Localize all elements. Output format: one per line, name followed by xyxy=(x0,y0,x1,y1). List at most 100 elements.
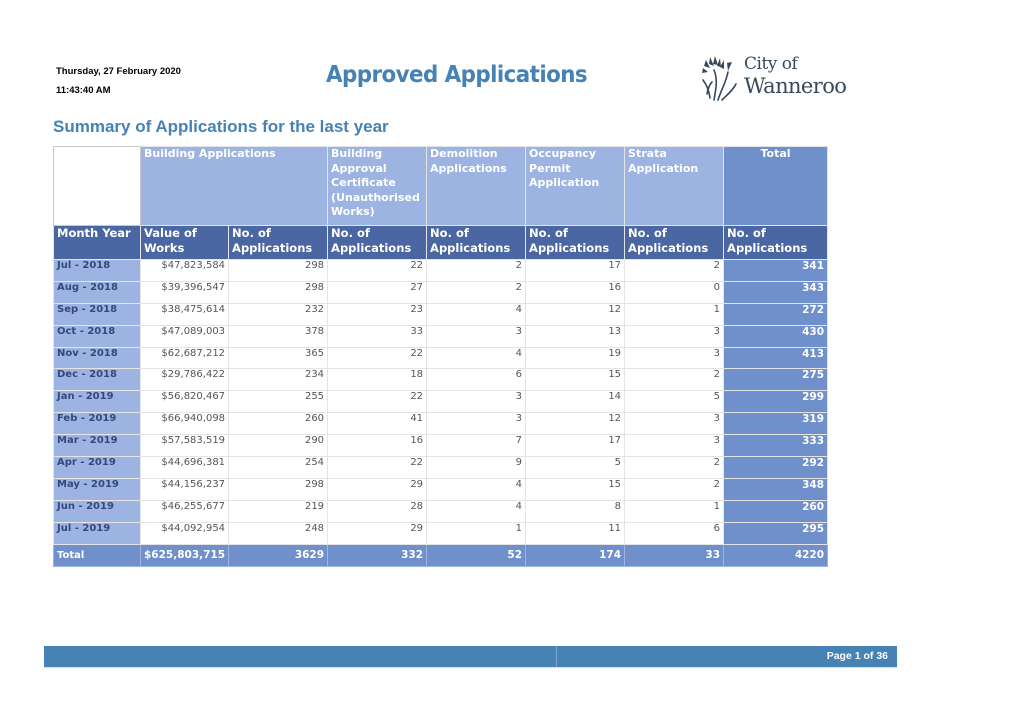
cell-row-total: 333 xyxy=(723,434,829,458)
cell-value-of-works: $44,156,237 xyxy=(139,477,230,501)
cell-demolition-count: 4 xyxy=(426,302,527,326)
cell-building-count: 298 xyxy=(228,280,329,304)
totals-value-of-works: $625,803,715 xyxy=(139,543,230,567)
report-date: Thursday, 27 February 2020 xyxy=(56,66,181,77)
totals-row: Total $625,803,715 3629 332 52 174 33 42… xyxy=(53,543,829,567)
column-header-strata-count: No. of Applications xyxy=(624,225,725,260)
cell-strata-count: 3 xyxy=(624,346,725,370)
cell-strata-count: 2 xyxy=(624,259,725,282)
cell-value-of-works: $56,820,467 xyxy=(139,390,230,414)
cell-bac-count: 29 xyxy=(327,521,428,545)
cell-strata-count: 2 xyxy=(624,368,725,392)
cell-strata-count: 3 xyxy=(624,412,725,436)
cell-month-year: Nov - 2018 xyxy=(53,346,141,370)
cell-strata-count: 5 xyxy=(624,390,725,414)
kangaroo-paw-icon xyxy=(702,56,737,101)
totals-building: 3629 xyxy=(228,543,329,567)
group-header-bac: Building Approval Certificate (Unauthori… xyxy=(327,146,428,226)
cell-building-count: 298 xyxy=(228,259,329,282)
cell-occupancy-count: 12 xyxy=(525,412,626,436)
cell-value-of-works: $62,687,212 xyxy=(139,346,230,370)
cell-value-of-works: $38,475,614 xyxy=(139,302,230,326)
cell-demolition-count: 3 xyxy=(426,324,527,348)
cell-occupancy-count: 8 xyxy=(525,499,626,523)
totals-bac: 332 xyxy=(327,543,428,567)
cell-demolition-count: 4 xyxy=(426,346,527,370)
cell-demolition-count: 6 xyxy=(426,368,527,392)
report-title: Approved Applications xyxy=(326,62,588,88)
cell-demolition-count: 7 xyxy=(426,434,527,458)
cell-occupancy-count: 15 xyxy=(525,477,626,501)
cell-building-count: 234 xyxy=(228,368,329,392)
cell-row-total: 413 xyxy=(723,346,829,370)
cell-building-count: 219 xyxy=(228,499,329,523)
cell-bac-count: 23 xyxy=(327,302,428,326)
group-header-building-applications: Building Applications xyxy=(139,146,329,226)
table-row: Jul - 2018 $47,823,584 298 22 2 17 2 341 xyxy=(53,259,829,282)
cell-bac-count: 29 xyxy=(327,477,428,501)
cell-building-count: 255 xyxy=(228,390,329,414)
cell-month-year: Jun - 2019 xyxy=(53,499,141,523)
group-header-row: Building Applications Building Approval … xyxy=(53,146,829,226)
cell-strata-count: 2 xyxy=(624,456,725,479)
cell-month-year: May - 2019 xyxy=(53,477,141,501)
footer-bar: Page 1 of 36 xyxy=(44,646,897,668)
cell-row-total: 275 xyxy=(723,368,829,392)
totals-occupancy: 174 xyxy=(525,543,626,567)
cell-strata-count: 0 xyxy=(624,280,725,304)
table-row: Nov - 2018 $62,687,212 365 22 4 19 3 413 xyxy=(53,346,829,370)
table-row: May - 2019 $44,156,237 298 29 4 15 2 348 xyxy=(53,477,829,501)
cell-strata-count: 1 xyxy=(624,302,725,326)
cell-value-of-works: $47,089,003 xyxy=(139,324,230,348)
city-logo: City of Wanneroo xyxy=(700,52,860,104)
cell-occupancy-count: 11 xyxy=(525,521,626,545)
cell-occupancy-count: 17 xyxy=(525,259,626,282)
logo-text-wanneroo: Wanneroo xyxy=(744,74,847,98)
report-time: 11:43:40 AM xyxy=(56,85,111,96)
cell-demolition-count: 3 xyxy=(426,412,527,436)
cell-demolition-count: 2 xyxy=(426,280,527,304)
table-row: Jan - 2019 $56,820,467 255 22 3 14 5 299 xyxy=(53,390,829,414)
cell-value-of-works: $57,583,519 xyxy=(139,434,230,458)
table-row: Jul - 2019 $44,092,954 248 29 1 11 6 295 xyxy=(53,521,829,545)
cell-occupancy-count: 19 xyxy=(525,346,626,370)
group-header-strata: Strata Application xyxy=(624,146,725,226)
totals-demolition: 52 xyxy=(426,543,527,567)
summary-table: Building Applications Building Approval … xyxy=(53,146,829,567)
cell-value-of-works: $44,696,381 xyxy=(139,456,230,479)
cell-bac-count: 18 xyxy=(327,368,428,392)
column-header-bac-count: No. of Applications xyxy=(327,225,428,260)
table-row: Sep - 2018 $38,475,614 232 23 4 12 1 272 xyxy=(53,302,829,326)
page-number: Page 1 of 36 xyxy=(826,650,888,662)
table-row: Feb - 2019 $66,940,098 260 41 3 12 3 319 xyxy=(53,412,829,436)
cell-row-total: 299 xyxy=(723,390,829,414)
cell-occupancy-count: 17 xyxy=(525,434,626,458)
totals-strata: 33 xyxy=(624,543,725,567)
table-row: Jun - 2019 $46,255,677 219 28 4 8 1 260 xyxy=(53,499,829,523)
table-body: Jul - 2018 $47,823,584 298 22 2 17 2 341 Aug - 2… xyxy=(53,259,829,545)
cell-row-total: 430 xyxy=(723,324,829,348)
cell-occupancy-count: 15 xyxy=(525,368,626,392)
cell-occupancy-count: 5 xyxy=(525,456,626,479)
cell-bac-count: 27 xyxy=(327,280,428,304)
cell-strata-count: 2 xyxy=(624,477,725,501)
cell-strata-count: 6 xyxy=(624,521,725,545)
cell-demolition-count: 9 xyxy=(426,456,527,479)
column-header-value-of-works: Value of Works xyxy=(139,225,230,260)
cell-value-of-works: $29,786,422 xyxy=(139,368,230,392)
cell-month-year: Oct - 2018 xyxy=(53,324,141,348)
cell-building-count: 248 xyxy=(228,521,329,545)
group-header-demolition: Demolition Applications xyxy=(426,146,527,226)
cell-row-total: 260 xyxy=(723,499,829,523)
logo-text-city-of: City of xyxy=(744,54,798,74)
cell-occupancy-count: 14 xyxy=(525,390,626,414)
cell-row-total: 348 xyxy=(723,477,829,501)
cell-bac-count: 22 xyxy=(327,390,428,414)
group-header-occupancy: Occupancy Permit Application xyxy=(525,146,626,226)
cell-strata-count: 1 xyxy=(624,499,725,523)
cell-bac-count: 33 xyxy=(327,324,428,348)
cell-month-year: Sep - 2018 xyxy=(53,302,141,326)
cell-bac-count: 16 xyxy=(327,434,428,458)
cell-row-total: 343 xyxy=(723,280,829,304)
column-header-occupancy-count: No. of Applications xyxy=(525,225,626,260)
